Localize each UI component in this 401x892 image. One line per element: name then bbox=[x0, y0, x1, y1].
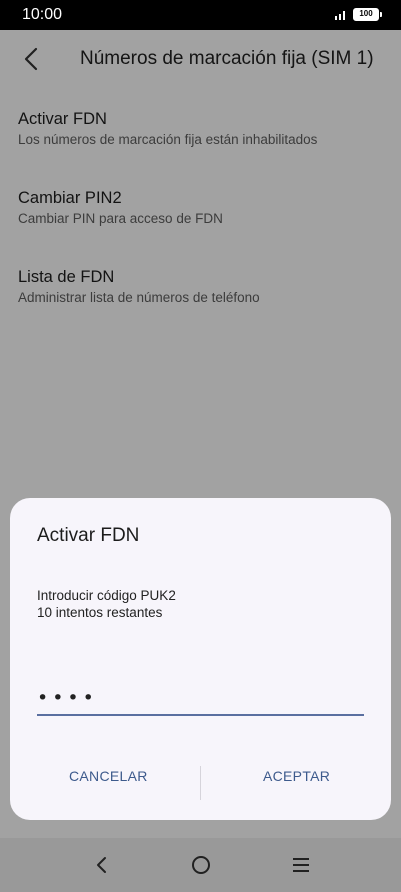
signal-icon bbox=[335, 11, 345, 20]
dialog-message-line2: 10 intentos restantes bbox=[37, 605, 163, 620]
camera-notch bbox=[178, 0, 223, 22]
status-bar: 10:00 100 bbox=[0, 0, 401, 30]
dialog-message: Introducir código PUK2 10 intentos resta… bbox=[37, 587, 176, 621]
dialog-message-line1: Introducir código PUK2 bbox=[37, 588, 176, 603]
dialog-title: Activar FDN bbox=[37, 525, 140, 546]
puk2-input[interactable] bbox=[37, 682, 364, 716]
activar-fdn-dialog: Activar FDN Introducir código PUK2 10 in… bbox=[10, 498, 391, 820]
button-divider bbox=[200, 766, 201, 800]
battery-icon: 100 bbox=[353, 8, 382, 21]
accept-button[interactable]: ACEPTAR bbox=[263, 768, 330, 784]
status-time: 10:00 bbox=[22, 6, 63, 23]
cancel-button[interactable]: CANCELAR bbox=[69, 768, 148, 784]
battery-level: 100 bbox=[359, 9, 373, 18]
